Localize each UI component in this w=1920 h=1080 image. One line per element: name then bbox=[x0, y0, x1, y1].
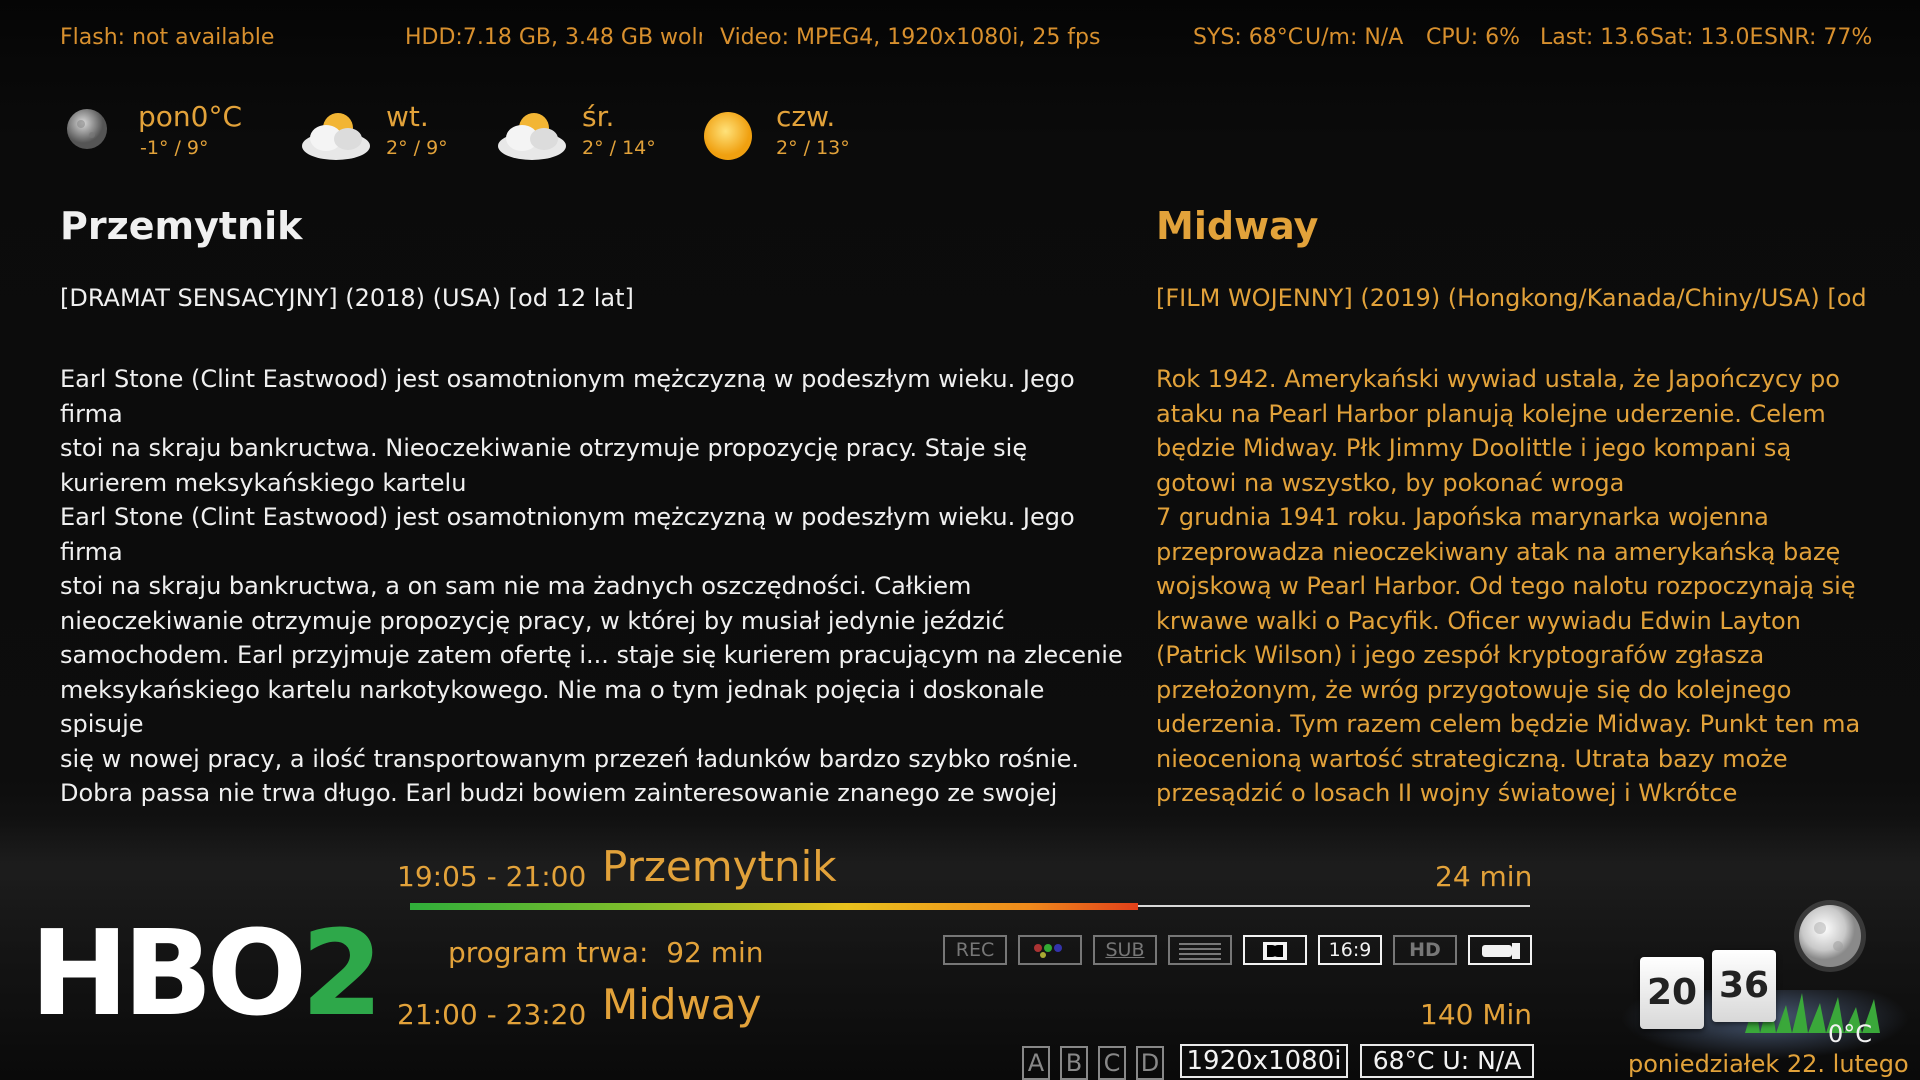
resolution-tag: 1920x1080i bbox=[1180, 1044, 1348, 1078]
clock-temperature: 0°C bbox=[1828, 1020, 1873, 1048]
subtitle-flag: SUB bbox=[1093, 935, 1157, 965]
flash-status: Flash: not available bbox=[60, 25, 275, 50]
temp-fan-tag: 68°C U: N/A bbox=[1360, 1044, 1534, 1078]
progress-bar bbox=[410, 903, 1138, 910]
dolby-icon bbox=[1243, 935, 1307, 965]
partly-cloudy-icon bbox=[298, 108, 376, 168]
rec-flag: REC bbox=[943, 935, 1007, 965]
sys-temp: SYS: 68°C bbox=[1193, 25, 1304, 50]
next-duration: 140 Min bbox=[1420, 998, 1533, 1031]
next-event-meta: [FILM WOJENNY] (2019) (Hongkong/Kanada/C… bbox=[1156, 284, 1867, 312]
running-time: program trwa: 92 min bbox=[448, 936, 764, 969]
moon-icon bbox=[64, 106, 110, 156]
fan-status: U/m: N/A bbox=[1305, 25, 1404, 50]
weather-day-1: wt. bbox=[386, 100, 429, 133]
snr-status: SNR: 77% bbox=[1764, 25, 1873, 50]
weather-range-3: 2° / 13° bbox=[776, 137, 850, 159]
color-dots-icon bbox=[1018, 935, 1082, 965]
now-remaining: 24 min bbox=[1435, 860, 1533, 893]
hd-flag: HD bbox=[1393, 935, 1457, 965]
ci-card-icon bbox=[1468, 935, 1532, 965]
weather-day-0: pon0°C bbox=[138, 100, 243, 133]
current-event-meta: [DRAMAT SENSACYJNY] (2018) (USA) [od 12 … bbox=[60, 284, 634, 312]
moon-icon bbox=[1790, 896, 1870, 980]
clock-minute: 36 bbox=[1712, 950, 1776, 1022]
next-event-description: Rok 1942. Amerykański wywiad ustala, że … bbox=[1156, 365, 1861, 807]
next-event-title: Midway bbox=[1156, 204, 1319, 248]
weather-range-2: 2° / 14° bbox=[582, 137, 656, 159]
abcd-a: A bbox=[1022, 1046, 1050, 1080]
aspect-flag: 16:9 bbox=[1318, 935, 1382, 965]
weather-day-2: śr. bbox=[582, 100, 615, 133]
abcd-c: C bbox=[1098, 1046, 1126, 1080]
sun-icon bbox=[700, 108, 756, 168]
current-event-title: Przemytnik bbox=[60, 204, 303, 248]
abcd-d: D bbox=[1136, 1046, 1164, 1080]
weather-range-0: -1° / 9° bbox=[140, 137, 209, 159]
last-status: Last: 13.6 bbox=[1540, 25, 1650, 50]
clock-date: poniedziałek 22. lutego bbox=[1628, 1050, 1909, 1078]
video-status: Video: MPEG4, 1920x1080i, 25 fps bbox=[720, 25, 1101, 50]
sat-status: Sat: 13.0E bbox=[1650, 25, 1764, 50]
weather-day-3: czw. bbox=[776, 100, 836, 133]
weather-range-1: 2° / 9° bbox=[386, 137, 448, 159]
next-title-infobar: Midway bbox=[602, 980, 762, 1029]
current-event-description: Earl Stone (Clint Eastwood) jest osamotn… bbox=[60, 365, 1123, 807]
partly-cloudy-icon bbox=[494, 108, 572, 168]
teletext-icon bbox=[1168, 935, 1232, 965]
clock-hour: 20 bbox=[1640, 957, 1704, 1029]
abcd-b: B bbox=[1060, 1046, 1088, 1080]
now-title: Przemytnik bbox=[602, 842, 837, 891]
next-time: 21:00 - 23:20 bbox=[397, 998, 587, 1031]
status-bar: Flash: not available HDD:7.18 GB, 3.48 G… bbox=[0, 0, 1920, 80]
now-time: 19:05 - 21:00 bbox=[397, 860, 587, 893]
channel-logo: HBO2 bbox=[30, 904, 384, 1042]
hdd-status: HDD:7.18 GB, 3.48 GB woln bbox=[405, 25, 702, 50]
cpu-status: CPU: 6% bbox=[1426, 25, 1521, 50]
